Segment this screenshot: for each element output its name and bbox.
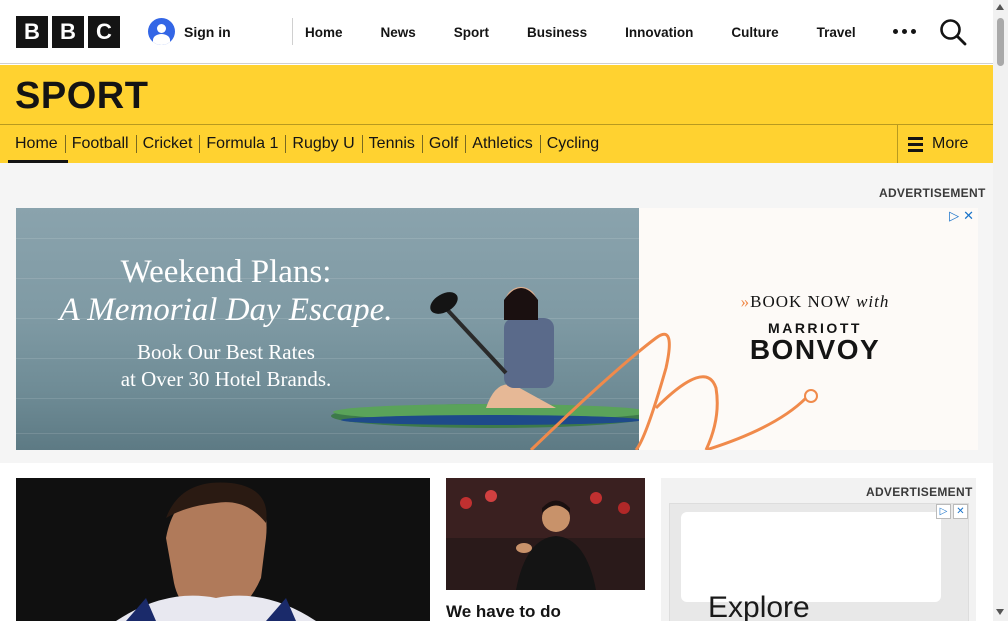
marriott-banner-ad[interactable]: Weekend Plans: A Memorial Day Escape. Bo…: [16, 208, 978, 450]
subnav-rugby-union[interactable]: Rugby U: [285, 125, 361, 163]
nav-home[interactable]: Home: [305, 25, 343, 40]
hero-photo: [116, 482, 316, 621]
scroll-down-arrow-icon[interactable]: [996, 609, 1004, 615]
subnav-formula-1[interactable]: Formula 1: [199, 125, 285, 163]
subnav-more-button[interactable]: More: [897, 125, 993, 163]
advertisement-label: ADVERTISEMENT: [879, 186, 986, 200]
brand-name-2: BONVOY: [749, 334, 881, 365]
main-nav: Home News Sport Business Innovation Cult…: [305, 0, 894, 64]
subnav-tennis[interactable]: Tennis: [361, 125, 422, 163]
scroll-up-arrow-icon[interactable]: [996, 4, 1004, 10]
top-navigation-bar: B B C Sign in Home News Sport Business I…: [0, 0, 993, 64]
sign-in-button[interactable]: Sign in: [148, 18, 231, 45]
ad-brand-block: »BOOK NOW with MARRIOTT BONVOY: [720, 292, 910, 366]
subnav-cycling[interactable]: Cycling: [539, 125, 606, 163]
subnav-golf[interactable]: Golf: [421, 125, 465, 163]
sign-in-label: Sign in: [184, 23, 231, 40]
nav-innovation[interactable]: Innovation: [625, 25, 693, 40]
article-card-image[interactable]: [446, 478, 645, 590]
more-dots-icon[interactable]: [893, 29, 916, 34]
logo-letter: C: [88, 16, 120, 48]
article-card-title[interactable]: We have to do: [446, 602, 561, 621]
sport-subnav: Home Football Cricket Formula 1 Rugby U …: [0, 125, 993, 163]
search-icon[interactable]: [939, 18, 967, 46]
ad-choices-icon[interactable]: ▷: [949, 208, 959, 224]
side-ad-text[interactable]: Explore: [708, 591, 810, 621]
side-ad-controls[interactable]: ▷ ✕: [936, 504, 968, 519]
coach-photo: [446, 478, 645, 590]
ad-cta[interactable]: »BOOK NOW with: [720, 292, 910, 312]
hamburger-icon: [908, 136, 923, 152]
side-ad-card: [681, 512, 941, 602]
side-ad[interactable]: ADVERTISEMENT Explore ▷ ✕: [661, 478, 976, 621]
nav-divider: [292, 18, 293, 45]
subnav-home[interactable]: Home: [8, 125, 68, 163]
nav-sport[interactable]: Sport: [454, 25, 489, 40]
hero-image[interactable]: [16, 478, 430, 621]
vertical-scrollbar[interactable]: [993, 0, 1008, 621]
advertisement-label-side: ADVERTISEMENT: [866, 485, 973, 499]
ad-choices-icon[interactable]: ▷: [936, 504, 951, 519]
nav-travel[interactable]: Travel: [817, 25, 856, 40]
logo-letter: B: [16, 16, 48, 48]
ad-choices[interactable]: ▷ ✕: [949, 208, 974, 224]
close-icon[interactable]: ✕: [953, 504, 968, 519]
page-title[interactable]: SPORT: [15, 75, 148, 118]
logo-letter: B: [52, 16, 84, 48]
subnav-football[interactable]: Football: [64, 125, 136, 163]
subnav-athletics[interactable]: Athletics: [465, 125, 539, 163]
subnav-cricket[interactable]: Cricket: [135, 125, 200, 163]
close-icon[interactable]: ✕: [963, 208, 974, 224]
nav-culture[interactable]: Culture: [731, 25, 778, 40]
bbc-logo[interactable]: B B C: [16, 16, 120, 48]
nav-news[interactable]: News: [381, 25, 416, 40]
more-label: More: [932, 135, 969, 152]
scroll-thumb[interactable]: [997, 18, 1004, 66]
nav-business[interactable]: Business: [527, 25, 587, 40]
sport-banner: SPORT: [0, 65, 993, 125]
user-icon: [148, 18, 175, 45]
